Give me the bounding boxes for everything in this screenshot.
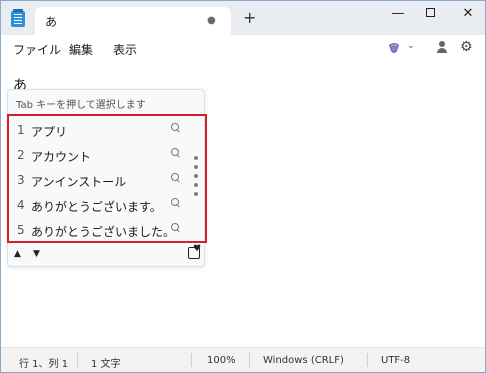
candidate-number: 2	[17, 148, 25, 162]
search-icon[interactable]	[171, 198, 181, 208]
favorite-icon[interactable]: ♥	[188, 244, 202, 259]
candidate-item[interactable]: 5 ありがとうございました。	[9, 218, 205, 243]
tab-document[interactable]: あ ●	[35, 7, 231, 35]
status-divider	[249, 353, 250, 367]
ime-footer: ▲ ▼ ♥	[8, 244, 204, 265]
new-tab-button[interactable]: +	[243, 10, 256, 26]
candidate-item[interactable]: 4 ありがとうございます。	[9, 193, 205, 218]
copilot-dropdown-icon[interactable]: ⌄	[407, 41, 415, 51]
status-divider	[77, 353, 78, 367]
cursor-position: 行 1、列 1	[19, 359, 69, 370]
notepad-window: あ ● + — ✕ ファイル 編集 表示 ⌄ ⚙ あ Tab キーを押して選択し…	[0, 0, 486, 373]
candidate-text: アカウント	[31, 150, 92, 164]
status-divider	[367, 353, 368, 367]
search-icon[interactable]	[171, 148, 181, 158]
candidate-text: ありがとうございます。	[31, 200, 162, 214]
copilot-icon[interactable]	[387, 41, 401, 55]
unsaved-dot-icon[interactable]: ●	[207, 15, 216, 26]
candidate-number: 5	[17, 223, 25, 237]
candidate-text: ありがとうございました。	[31, 225, 176, 239]
candidate-item[interactable]: 1 アプリ	[9, 118, 205, 143]
account-icon[interactable]	[437, 41, 447, 53]
menu-edit[interactable]: 編集	[69, 41, 93, 58]
encoding[interactable]: UTF-8	[381, 355, 410, 366]
candidate-scrollbar[interactable]	[194, 156, 198, 201]
notepad-app-icon	[11, 9, 25, 27]
candidate-text: アンインストール	[31, 175, 127, 189]
maximize-icon	[425, 8, 435, 17]
settings-gear-icon[interactable]: ⚙	[460, 39, 473, 55]
ime-candidate-window: Tab キーを押して選択します 1 アプリ 2 アカウント 3 アンインストール…	[7, 89, 207, 267]
candidate-number: 1	[17, 123, 25, 137]
status-divider	[191, 353, 192, 367]
title-bar: あ ● + — ✕	[1, 1, 485, 35]
menu-file[interactable]: ファイル	[13, 41, 61, 58]
status-bar: 行 1、列 1 1 文字 100% Windows (CRLF) UTF-8	[1, 347, 485, 372]
line-ending[interactable]: Windows (CRLF)	[263, 355, 344, 366]
tab-title: あ	[45, 15, 58, 29]
menu-view[interactable]: 表示	[113, 41, 137, 58]
candidate-number: 3	[17, 173, 25, 187]
candidate-list: 1 アプリ 2 アカウント 3 アンインストール 4 ありがとうございます。 5	[7, 114, 207, 243]
character-count: 1 文字	[91, 359, 121, 370]
search-icon[interactable]	[171, 123, 181, 133]
search-icon[interactable]	[171, 223, 181, 233]
candidate-text: アプリ	[31, 125, 68, 139]
search-icon[interactable]	[171, 173, 181, 183]
ime-hint: Tab キーを押して選択します	[16, 100, 146, 111]
candidate-item[interactable]: 2 アカウント	[9, 143, 205, 168]
page-up-button[interactable]: ▲	[14, 249, 21, 259]
zoom-level[interactable]: 100%	[207, 355, 236, 366]
candidate-item[interactable]: 3 アンインストール	[9, 168, 205, 193]
close-button[interactable]: ✕	[453, 5, 483, 23]
menu-bar: ファイル 編集 表示 ⌄ ⚙	[1, 35, 485, 61]
minimize-button[interactable]: —	[383, 5, 413, 23]
maximize-button[interactable]	[415, 5, 445, 23]
page-down-button[interactable]: ▼	[33, 249, 40, 259]
candidate-number: 4	[17, 198, 25, 212]
heart-icon: ♥	[193, 244, 202, 254]
